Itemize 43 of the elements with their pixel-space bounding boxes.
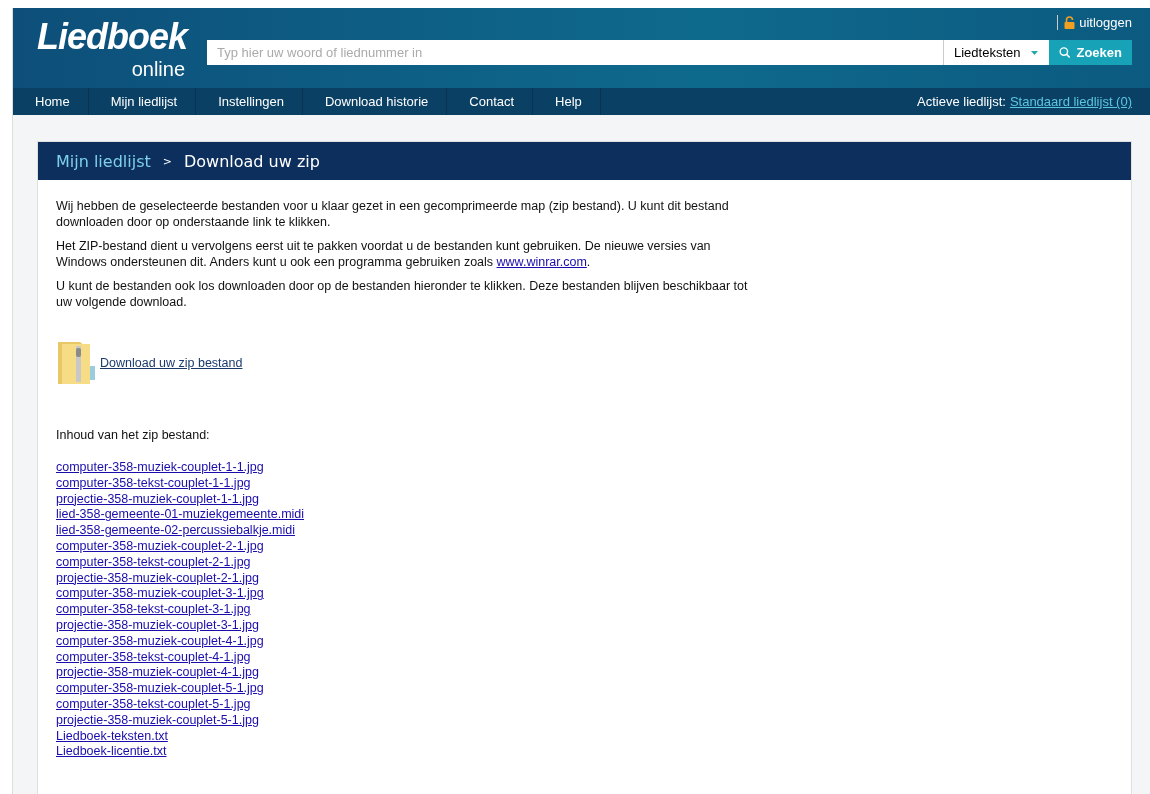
caret-icon: [1030, 50, 1038, 55]
file-link[interactable]: lied-358-gemeente-01-muziekgemeente.midi: [56, 507, 305, 524]
file-link[interactable]: Liedboek-licentie.txt: [56, 744, 167, 761]
file-link[interactable]: computer-358-tekst-couplet-1-1.jpg: [56, 475, 251, 492]
logo[interactable]: Liedboek online: [35, 16, 196, 82]
file-link[interactable]: projectie-358-muziek-couplet-5-1.jpg: [56, 712, 259, 729]
active-list-label: Actieve liedlijst:: [917, 94, 1006, 109]
file-link[interactable]: computer-358-tekst-couplet-4-1.jpg: [56, 649, 251, 666]
active-list-link[interactable]: Standaard liedlijst (0): [1009, 94, 1132, 109]
search-field[interactable]: Typ hier uw woord of liednummer in: [207, 40, 943, 65]
file-link[interactable]: computer-358-muziek-couplet-3-1.jpg: [56, 586, 264, 603]
nav-tab[interactable]: Help: [533, 88, 601, 115]
file-link[interactable]: computer-358-muziek-couplet-2-1.jpg: [56, 539, 264, 555]
file-link[interactable]: Liedboek-teksten.txt: [56, 728, 168, 745]
nav-tab[interactable]: Mijn liedlijst: [88, 88, 197, 115]
padlock-icon: [1064, 16, 1076, 29]
scope-dropdown[interactable]: Liedteksten: [943, 40, 1049, 65]
file-link[interactable]: computer-358-tekst-couplet-3-1.jpg: [56, 602, 251, 618]
breadcrumb-separator: >: [162, 154, 172, 168]
file-link[interactable]: computer-358-tekst-couplet-2-1.jpg: [56, 554, 251, 571]
breadcrumb-link[interactable]: Mijn liedlijst: [56, 151, 151, 171]
file-link[interactable]: projectie-358-muziek-couplet-2-1.jpg: [56, 570, 259, 587]
file-link[interactable]: computer-358-muziek-couplet-4-1.jpg: [56, 633, 264, 650]
contents-heading: Inhoud van het zip bestand:: [56, 428, 211, 442]
nav-tab[interactable]: Home: [13, 88, 89, 115]
file-link[interactable]: projectie-358-muziek-couplet-1-1.jpg: [56, 491, 259, 508]
file-link[interactable]: projectie-358-muziek-couplet-3-1.jpg: [56, 617, 259, 634]
nav-tab[interactable]: Download historie: [302, 88, 448, 115]
search-icon: [1059, 46, 1071, 59]
zip-download-link[interactable]: Download uw zip bestand: [100, 356, 243, 370]
website-link[interactable]: www.winrar.com: [496, 255, 587, 269]
paragraph: Wij hebben de geselecteerde bestanden voor u klaar gezet in een gecomprimeerde map (zip bestand). U kunt dit bestand downloaden door op onderstaande link te klikken.: [56, 198, 730, 230]
file-link[interactable]: projectie-358-muziek-couplet-4-1.jpg: [56, 665, 259, 682]
paragraph: U kunt de bestanden ook los downloaden door op de bestanden hieronder te klikken. Deze bestanden blijven beschikbaar tot uw volgende download.: [56, 278, 749, 310]
nav-tab[interactable]: Contact: [447, 88, 534, 115]
nav-tab[interactable]: Instellingen: [196, 88, 303, 115]
file-link[interactable]: computer-358-muziek-couplet-5-1.jpg: [56, 681, 264, 697]
paragraph: Het ZIP-bestand dient u vervolgens eerst uit te pakken voordat u de bestanden kunt gebruiken. De nieuwe versies van Windows ondersteunen dit. Anders kunt u ook een programma gebruiken zoals www.winrar.com.: [56, 238, 712, 270]
logout-link[interactable]: uitloggen: [1057, 15, 1132, 30]
file-link[interactable]: computer-358-tekst-couplet-5-1.jpg: [56, 696, 251, 713]
file-link[interactable]: computer-358-muziek-couplet-1-1.jpg: [56, 460, 264, 476]
file-link[interactable]: lied-358-gemeente-02-percussiebalkje.midi: [56, 523, 295, 539]
page-title: Download uw zip: [184, 151, 320, 171]
